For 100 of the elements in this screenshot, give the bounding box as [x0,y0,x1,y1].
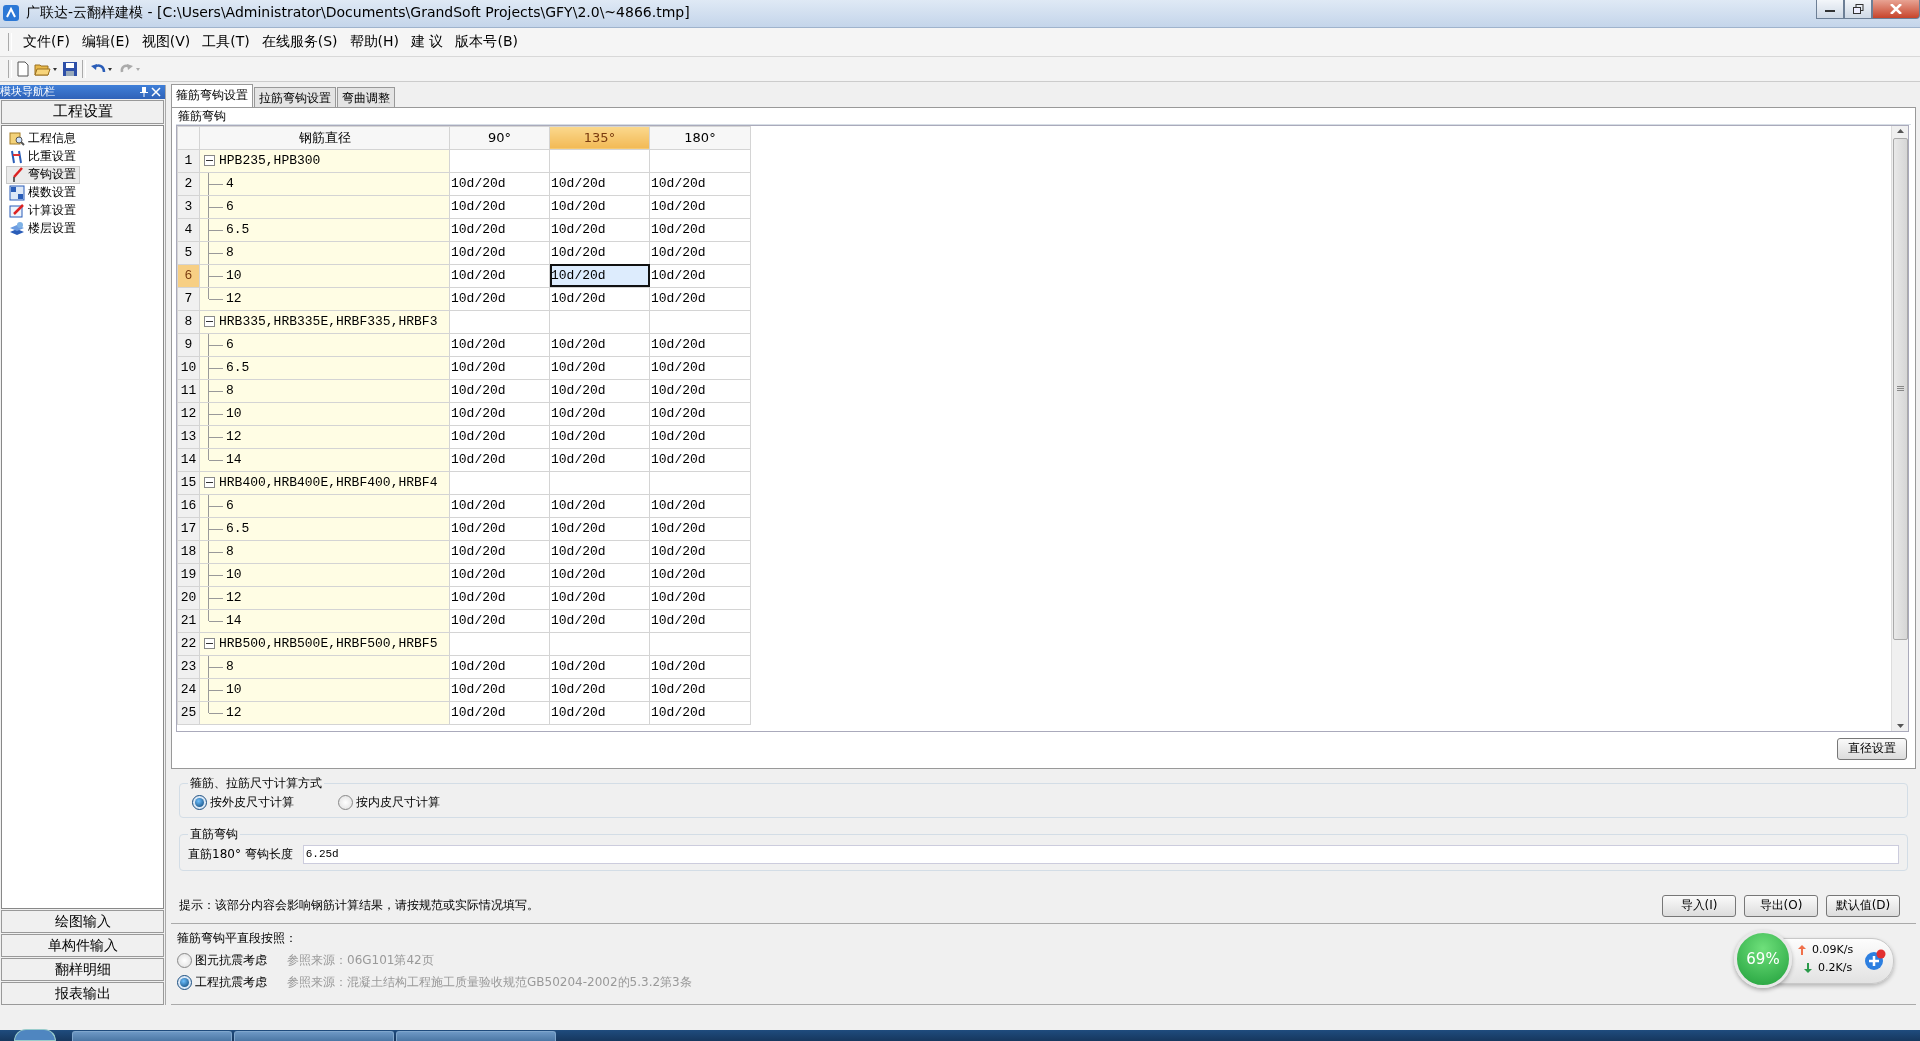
radio-button[interactable]: 图元抗震考虑 [177,952,267,970]
module-button[interactable]: 报表输出 [1,982,164,1006]
menu-item[interactable]: 工具(T) [197,29,255,54]
table-cell[interactable]: 10d/20d [449,172,550,196]
nav-item[interactable]: 模数设置 [6,183,80,202]
table-cell[interactable]: 10d/20d [649,563,751,587]
table-cell[interactable]: 10d/20d [449,379,550,403]
table-cell[interactable]: 10d/20d [549,195,650,219]
action-button[interactable]: 导出(O) [1744,894,1818,917]
table-cell[interactable]: 10d/20d [449,540,550,564]
diameter-settings-button[interactable]: 直径设置 [1837,737,1907,760]
tab[interactable]: 箍筋弯钩设置 [171,83,253,107]
table-cell[interactable]: 10d/20d [449,264,550,288]
table-cell[interactable]: 10d/20d [549,333,650,357]
tab[interactable]: 弯曲调整 [337,86,395,107]
table-cell[interactable]: 10d/20d [549,356,650,380]
column-header[interactable]: 135° [549,126,650,150]
table-cell[interactable]: 10d/20d [549,218,650,242]
table-cell[interactable]: 10d/20d [549,379,650,403]
table-cell[interactable]: 10d/20d [449,678,550,702]
collapse-toggle[interactable] [204,316,215,328]
collapse-toggle[interactable] [204,638,215,650]
module-button[interactable]: 单构件输入 [1,934,164,958]
table-cell[interactable]: 10d/20d [449,701,550,725]
table-cell[interactable]: 10d/20d [649,172,751,196]
table-cell[interactable]: 10d/20d [449,586,550,610]
table-cell[interactable]: 10d/20d [449,402,550,426]
menu-item[interactable]: 帮助(H) [344,29,405,54]
table-cell[interactable]: 10d/20d [649,379,751,403]
table-cell[interactable]: 10d/20d [549,172,650,196]
radio-button[interactable]: 按外皮尺寸计算 [192,793,294,811]
minimize-button[interactable] [1816,0,1844,19]
nav-item[interactable]: 楼层设置 [6,219,80,238]
table-cell[interactable]: 10d/20d [549,425,650,449]
radio-button[interactable]: 按内皮尺寸计算 [338,793,440,811]
table-cell[interactable]: 10d/20d [449,218,550,242]
table-cell[interactable]: 10d/20d [449,287,550,311]
menu-item[interactable]: 版本号(B) [450,29,523,54]
radio-button[interactable]: 工程抗震考虑 [177,974,267,992]
nav-item[interactable]: 弯钩设置 [6,165,80,184]
save-icon[interactable] [62,60,78,77]
collapse-toggle[interactable] [204,155,215,167]
menu-item[interactable]: 编辑(E) [77,29,135,54]
table-cell[interactable]: 10d/20d [649,425,751,449]
table-cell[interactable]: 10d/20d [649,540,751,564]
new-file-icon[interactable] [16,60,30,77]
table-cell[interactable]: 10d/20d [649,678,751,702]
text-field[interactable]: 6.25d [302,844,1899,864]
table-cell[interactable]: 10d/20d [649,494,751,518]
menu-item[interactable]: 在线服务(S) [256,29,343,54]
maximize-button[interactable] [1844,0,1872,19]
table-cell[interactable]: 10d/20d [649,218,751,242]
table-cell[interactable]: 10d/20d [649,356,751,380]
nav-item[interactable]: 比重设置 [6,147,80,166]
boost-icon[interactable] [1864,949,1886,971]
table-cell[interactable]: 10d/20d [649,609,751,633]
pin-icon[interactable] [138,85,150,98]
table-cell[interactable]: 10d/20d [649,517,751,541]
table-cell[interactable]: 10d/20d [549,586,650,610]
menu-item[interactable]: 文件(F) [18,29,75,54]
table-cell[interactable]: 10d/20d [649,402,751,426]
table-cell[interactable]: 10d/20d [549,448,650,472]
action-button[interactable]: 导入(I) [1662,894,1736,917]
table-cell[interactable]: 10d/20d [649,448,751,472]
table-cell[interactable]: 10d/20d [449,609,550,633]
module-button[interactable]: 翻样明细 [1,958,164,982]
table-cell[interactable]: 10d/20d [449,494,550,518]
table-cell[interactable]: 10d/20d [649,586,751,610]
table-cell[interactable]: 10d/20d [549,264,650,288]
table-cell[interactable]: 10d/20d [549,563,650,587]
table-cell[interactable]: 10d/20d [549,609,650,633]
close-button[interactable] [1872,0,1920,19]
start-button[interactable] [14,1029,56,1041]
table-cell[interactable]: 10d/20d [649,241,751,265]
column-header[interactable]: 180° [649,126,751,150]
table-cell[interactable]: 10d/20d [549,402,650,426]
table-cell[interactable]: 10d/20d [649,195,751,219]
table-cell[interactable]: 10d/20d [449,655,550,679]
action-button[interactable]: 默认值(D) [1826,894,1900,917]
table-cell[interactable]: 10d/20d [449,333,550,357]
tab[interactable]: 拉筋弯钩设置 [254,86,336,107]
module-button[interactable]: 绘图输入 [1,910,164,934]
section-button[interactable]: 工程设置 [1,99,164,124]
close-icon[interactable] [150,85,162,98]
table-cell[interactable]: 10d/20d [449,356,550,380]
table-cell[interactable]: 10d/20d [549,678,650,702]
nav-item[interactable]: 计算设置 [6,201,80,220]
table-cell[interactable]: 10d/20d [449,425,550,449]
scrollbar[interactable] [1891,125,1908,731]
scroll-thumb[interactable] [1892,137,1908,640]
table-cell[interactable]: 10d/20d [449,195,550,219]
table-cell[interactable]: 10d/20d [549,655,650,679]
nav-item[interactable]: 工程信息 [6,129,80,148]
table-cell[interactable]: 10d/20d [449,241,550,265]
table-cell[interactable]: 10d/20d [649,287,751,311]
table-cell[interactable]: 10d/20d [449,563,550,587]
table-cell[interactable]: 10d/20d [549,701,650,725]
table-cell[interactable]: 10d/20d [449,517,550,541]
table-cell[interactable]: 10d/20d [449,448,550,472]
table-cell[interactable]: 10d/20d [549,494,650,518]
